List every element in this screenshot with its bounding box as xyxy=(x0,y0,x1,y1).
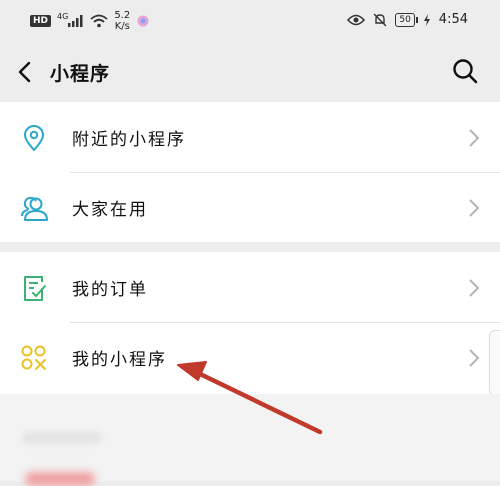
eye-icon xyxy=(347,14,366,25)
chevron-right-icon xyxy=(469,199,480,217)
menu-label-my-mini-programs: 我的小程序 xyxy=(72,349,167,370)
app-notification-icon xyxy=(137,15,149,27)
status-right: 50 4:54 xyxy=(347,12,468,27)
page-title: 小程序 xyxy=(50,63,111,85)
title-bar: 小程序 xyxy=(0,42,500,102)
network-type: 4G xyxy=(57,11,69,21)
blurred-content-area xyxy=(0,394,500,486)
status-left: HD 4G 5.2 K/s xyxy=(30,10,150,32)
menu-item-my-mini-programs[interactable]: 我的小程序 xyxy=(0,322,500,392)
network-speed: 5.2 K/s xyxy=(114,10,130,32)
floating-edge-handle[interactable] xyxy=(489,330,500,396)
wifi-icon xyxy=(90,14,108,28)
chevron-right-icon xyxy=(469,279,480,297)
back-arrow-icon[interactable] xyxy=(14,60,36,84)
mute-bell-icon xyxy=(373,13,387,26)
checklist-icon xyxy=(24,276,46,301)
signal-icon xyxy=(68,15,83,27)
menu-item-everyone-uses[interactable]: 大家在用 xyxy=(0,172,500,242)
mini-program-icon xyxy=(21,345,46,370)
clock: 4:54 xyxy=(438,12,468,27)
menu-label-nearby: 附近的小程序 xyxy=(72,129,186,150)
menu-group-mine: 我的订单 我的小程序 xyxy=(0,252,500,394)
chevron-right-icon xyxy=(469,129,480,147)
charging-icon xyxy=(423,13,430,26)
blurred-text xyxy=(22,432,102,444)
menu-item-my-orders[interactable]: 我的订单 xyxy=(0,252,500,322)
battery-indicator: 50 xyxy=(395,12,419,27)
status-bar: HD 4G 5.2 K/s 50 4:54 xyxy=(0,0,500,42)
menu-label-my-orders: 我的订单 xyxy=(72,279,148,300)
speed-value: 5.2 xyxy=(114,10,131,21)
chevron-right-icon xyxy=(469,349,480,367)
blurred-button xyxy=(25,472,95,486)
hd-badge: HD xyxy=(30,15,52,27)
menu-group-discover: 附近的小程序 大家在用 xyxy=(0,102,500,242)
speed-unit: K/s xyxy=(114,21,130,32)
search-icon[interactable] xyxy=(452,58,478,84)
menu-label-everyone-uses: 大家在用 xyxy=(72,199,148,220)
menu-item-nearby[interactable]: 附近的小程序 xyxy=(0,102,500,172)
users-icon xyxy=(21,196,48,221)
location-pin-icon xyxy=(24,125,44,151)
